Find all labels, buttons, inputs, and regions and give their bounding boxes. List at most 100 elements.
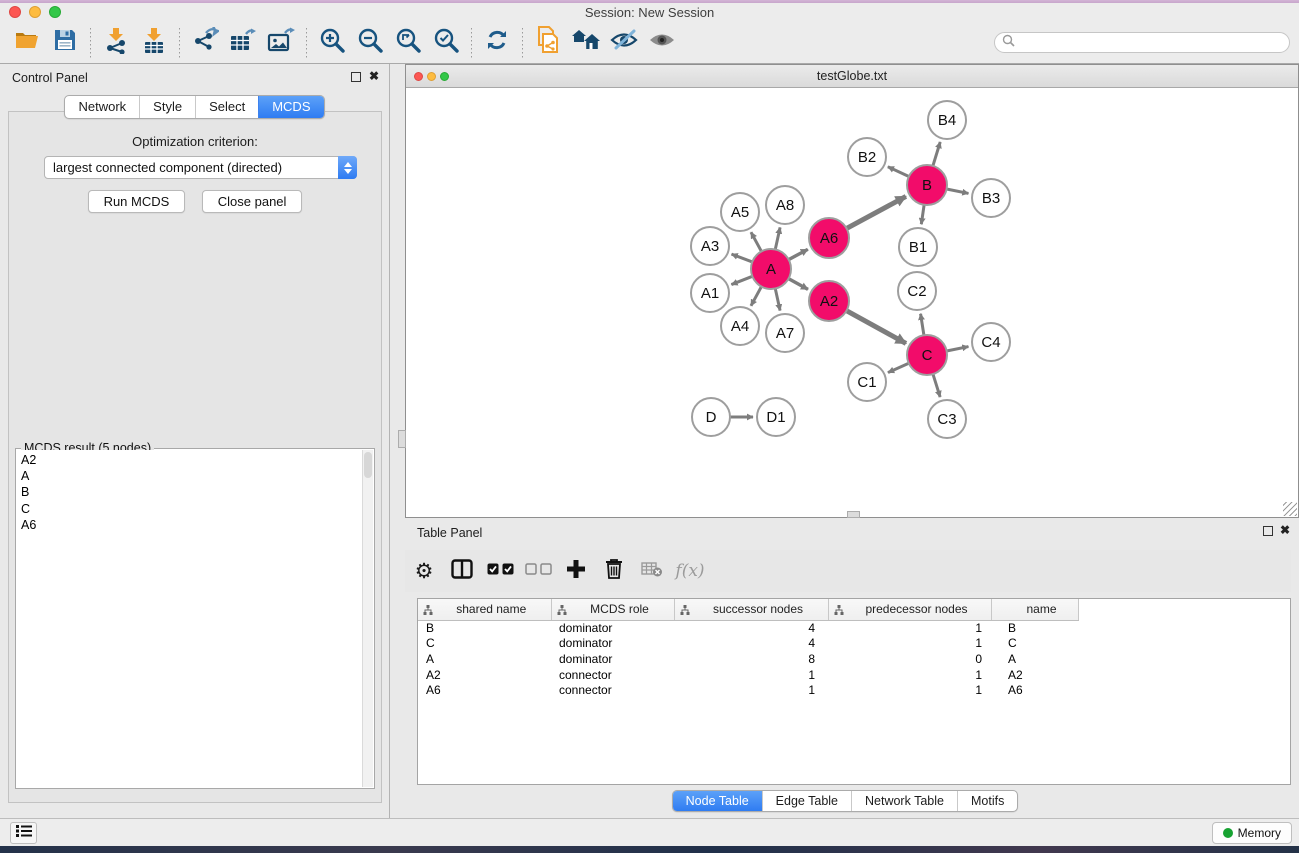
column-header-name[interactable]: name [991,599,1078,620]
export-table-button[interactable] [224,26,262,60]
select-all-button[interactable] [481,554,519,588]
apply-layout-button[interactable] [478,26,516,60]
column-header-MCDS-role[interactable]: MCDS role [551,599,674,620]
close-window-button[interactable] [9,6,21,18]
graph-edge-A-A3[interactable] [732,254,753,262]
tab-node-table[interactable]: Node Table [673,791,762,811]
graph-node-A5[interactable]: A5 [721,193,759,231]
tab-select[interactable]: Select [195,96,258,118]
table-cell[interactable]: 1 [828,636,991,652]
table-cell[interactable]: C [991,636,1078,652]
graph-edge-A-A5[interactable] [751,232,761,251]
zoom-in-button[interactable] [313,26,351,60]
table-row[interactable]: A2connector11A2 [418,667,1078,683]
graph-edge-C-C4[interactable] [947,347,969,351]
graph-edge-B-B2[interactable] [888,167,909,177]
table-cell[interactable]: connector [551,682,674,698]
graph-edge-B-B4[interactable] [933,142,940,166]
table-cell[interactable]: A2 [418,667,551,683]
mcds-result-item[interactable]: C [21,501,362,517]
search-input[interactable] [1015,35,1289,51]
table-cell[interactable]: dominator [551,636,674,652]
table-cell[interactable]: C [418,636,551,652]
open-session-button[interactable] [8,26,46,60]
graph-node-C1[interactable]: C1 [848,363,886,401]
graph-node-A2[interactable]: A2 [809,281,849,321]
task-history-button[interactable] [10,822,37,844]
deselect-all-button[interactable] [519,554,557,588]
float-panel-icon[interactable] [351,72,361,82]
mcds-result-item[interactable]: A [21,468,362,484]
delete-table-button[interactable] [633,554,671,588]
table-cell[interactable]: 1 [828,682,991,698]
tab-edge-table[interactable]: Edge Table [762,791,851,811]
table-cell[interactable]: 1 [828,667,991,683]
table-cell[interactable]: dominator [551,651,674,667]
zoom-window-button[interactable] [49,6,61,18]
column-header-successor-nodes[interactable]: successor nodes [674,599,828,620]
graph-edge-A6-B[interactable] [847,196,906,228]
table-cell[interactable]: connector [551,667,674,683]
graph-edge-C-C3[interactable] [933,374,940,397]
table-cell[interactable]: 4 [674,636,828,652]
export-image-button[interactable] [262,26,300,60]
graph-edge-A-A6[interactable] [789,249,808,259]
graph-edge-A-A2[interactable] [789,279,808,290]
graph-node-B3[interactable]: B3 [972,179,1010,217]
float-table-panel-icon[interactable] [1263,526,1273,536]
table-row[interactable]: Bdominator41B [418,620,1078,636]
table-cell[interactable]: A6 [991,682,1078,698]
table-cell[interactable]: 1 [828,620,991,636]
network-canvas[interactable]: B4B2BB3A8A5A6A3B1AA1C2A2A4A7CC4C1C3DD1 [406,88,1298,517]
graph-edge-A-A1[interactable] [731,276,752,284]
table-cell[interactable]: B [991,620,1078,636]
table-cell[interactable]: A2 [991,667,1078,683]
graph-node-C4[interactable]: C4 [972,323,1010,361]
graph-edge-B-B1[interactable] [921,205,924,224]
graph-node-C2[interactable]: C2 [898,272,936,310]
memory-button[interactable]: Memory [1212,822,1292,844]
table-row[interactable]: Adominator80A [418,651,1078,667]
run-mcds-button[interactable]: Run MCDS [88,190,186,213]
table-row[interactable]: Cdominator41C [418,636,1078,652]
table-cell[interactable]: dominator [551,620,674,636]
table-cell[interactable]: 8 [674,651,828,667]
vertical-scrollbar-thumb[interactable] [398,430,406,448]
import-table-button[interactable] [135,26,173,60]
table-row[interactable]: A6connector11A6 [418,682,1078,698]
table-cell[interactable]: B [418,620,551,636]
zoom-fit-button[interactable] [389,26,427,60]
export-network-button[interactable] [186,26,224,60]
graph-edge-A-A7[interactable] [775,289,780,311]
close-network-button[interactable] [414,72,423,81]
graph-edge-A-A8[interactable] [775,227,780,249]
tab-mcds[interactable]: MCDS [258,96,323,118]
graph-edge-B-B3[interactable] [947,189,969,193]
function-builder-button[interactable]: f(x) [671,554,709,588]
graph-node-B[interactable]: B [907,165,947,205]
column-visibility-button[interactable] [443,554,481,588]
graph-node-B1[interactable]: B1 [899,228,937,266]
column-header-predecessor-nodes[interactable]: predecessor nodes [828,599,991,620]
zoom-network-button[interactable] [440,72,449,81]
horizontal-scrollbar-thumb[interactable] [847,511,860,518]
column-header-shared-name[interactable]: shared name [418,599,551,620]
hide-selection-button[interactable] [605,26,643,60]
graph-node-A7[interactable]: A7 [766,314,804,352]
minimize-window-button[interactable] [29,6,41,18]
graph-node-A4[interactable]: A4 [721,307,759,345]
table-cell[interactable]: A [418,651,551,667]
graph-node-A1[interactable]: A1 [691,274,729,312]
graph-node-A8[interactable]: A8 [766,186,804,224]
tab-motifs[interactable]: Motifs [957,791,1017,811]
graph-edge-C-C2[interactable] [921,314,924,336]
resize-grip-icon[interactable] [1283,502,1297,516]
table-cell[interactable]: 1 [674,667,828,683]
criterion-select[interactable]: largest connected component (directed) [44,156,357,179]
table-cell[interactable]: A [991,651,1078,667]
graph-node-A6[interactable]: A6 [809,218,849,258]
mcds-result-item[interactable]: B [21,484,362,500]
save-session-button[interactable] [46,26,84,60]
tab-network-table[interactable]: Network Table [851,791,957,811]
table-cell[interactable]: A6 [418,682,551,698]
